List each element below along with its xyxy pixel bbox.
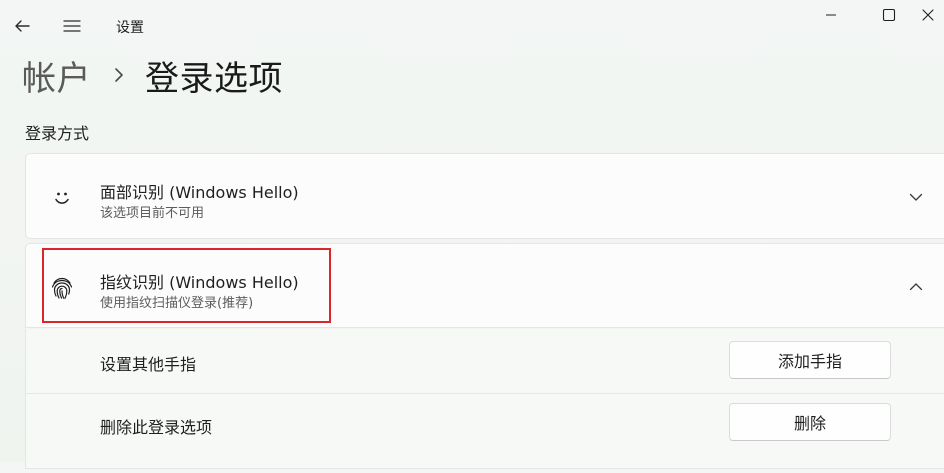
chevron-up-icon[interactable] xyxy=(906,277,926,297)
face-recognition-title: 面部识别 (Windows Hello) xyxy=(100,183,299,202)
setup-another-finger-label: 设置其他手指 xyxy=(100,355,197,374)
smiley-face-icon xyxy=(48,183,76,211)
back-arrow-icon[interactable] xyxy=(10,14,34,38)
fingerprint-recognition-subtitle: 使用指纹扫描仪登录(推荐) xyxy=(100,296,254,311)
title-bar: 设置 xyxy=(0,0,944,50)
fingerprint-icon xyxy=(48,274,76,302)
app-title: 设置 xyxy=(116,20,144,36)
breadcrumb: 帐户 登录选项 xyxy=(22,50,283,100)
maximize-icon xyxy=(882,8,896,22)
chevron-right-icon xyxy=(113,67,125,83)
maximize-button[interactable] xyxy=(866,0,912,30)
row-divider xyxy=(26,393,944,394)
add-finger-button[interactable]: 添加手指 xyxy=(729,341,891,379)
page-title: 登录选项 xyxy=(145,58,283,99)
close-icon xyxy=(922,9,934,21)
fingerprint-expanded-panel: 设置其他手指 添加手指 删除此登录选项 删除 xyxy=(25,329,944,469)
remove-sign-in-option-label: 删除此登录选项 xyxy=(100,418,213,437)
remove-button[interactable]: 删除 xyxy=(729,403,891,441)
fingerprint-recognition-title: 指纹识别 (Windows Hello) xyxy=(100,273,299,292)
fingerprint-recognition-card: 指纹识别 (Windows Hello) 使用指纹扫描仪登录(推荐) 设置其他手… xyxy=(25,243,944,473)
hamburger-menu-icon[interactable] xyxy=(60,14,84,38)
minimize-button[interactable] xyxy=(808,0,854,30)
section-heading-sign-in-ways: 登录方式 xyxy=(25,124,90,143)
face-recognition-subtitle: 该选项目前不可用 xyxy=(100,206,205,221)
face-recognition-card[interactable]: 面部识别 (Windows Hello) 该选项目前不可用 xyxy=(25,153,944,239)
chevron-down-icon[interactable] xyxy=(906,187,926,207)
minimize-icon xyxy=(826,14,836,16)
close-button[interactable] xyxy=(912,0,944,30)
breadcrumb-parent-accounts[interactable]: 帐户 xyxy=(22,51,91,100)
fingerprint-header[interactable]: 指纹识别 (Windows Hello) 使用指纹扫描仪登录(推荐) xyxy=(25,243,944,328)
